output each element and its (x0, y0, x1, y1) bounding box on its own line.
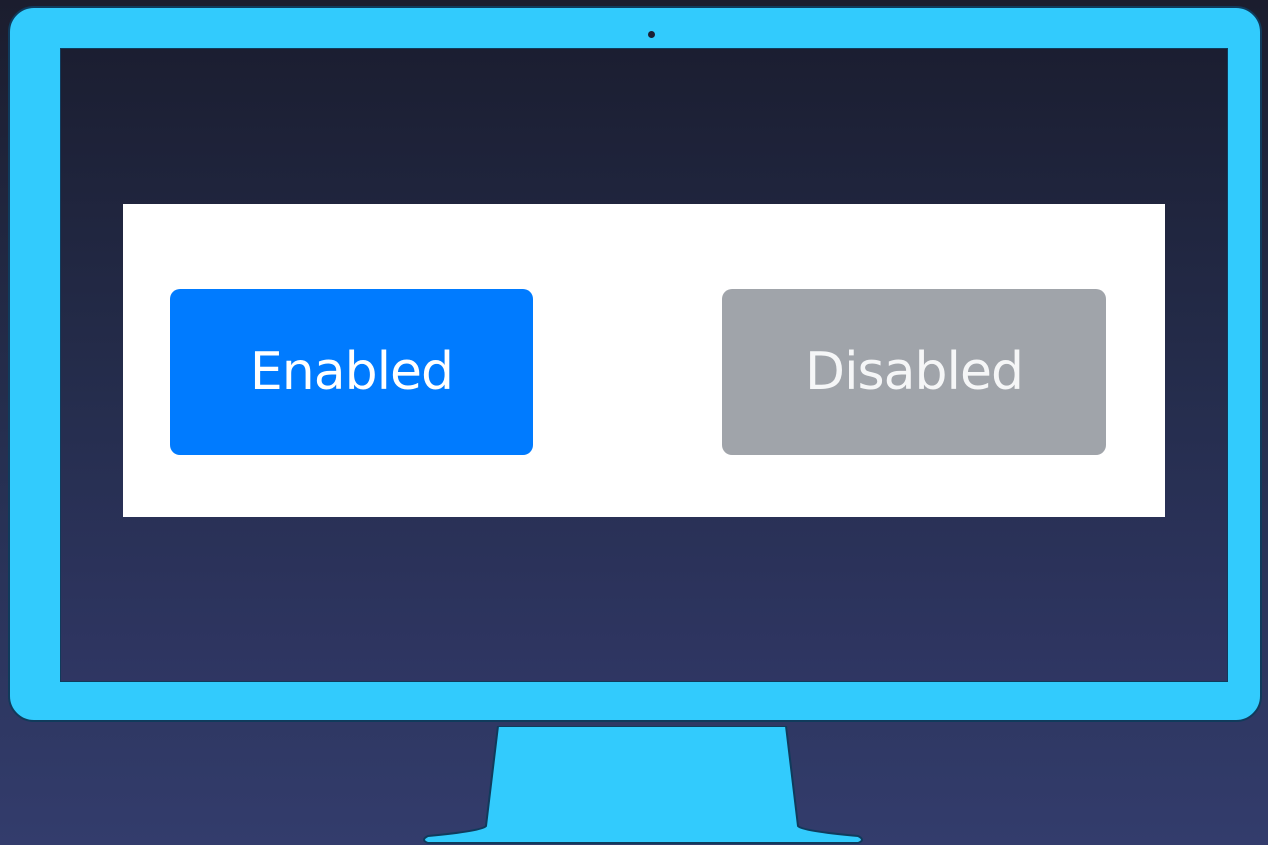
monitor-stand (423, 726, 863, 844)
camera-dot-icon (648, 31, 655, 38)
enabled-button[interactable]: Enabled (170, 289, 533, 455)
disabled-button: Disabled (722, 289, 1106, 455)
